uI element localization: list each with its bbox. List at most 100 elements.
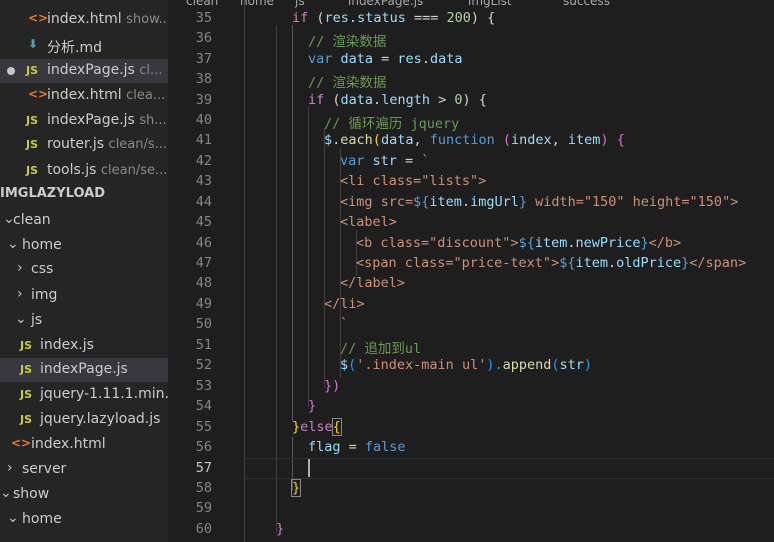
- tree-folder-img[interactable]: › img: [0, 284, 168, 308]
- breadcrumb-item[interactable]: clean: [186, 0, 218, 8]
- indent-guide: [308, 107, 309, 407]
- breadcrumb-item[interactable]: imgList: [468, 0, 512, 8]
- chevron-right-icon: ›: [17, 260, 23, 276]
- tree-file-index-js[interactable]: JS index.js: [0, 334, 168, 358]
- tree-label: jquery-1.11.1.min.js: [40, 386, 168, 402]
- tree-label: js: [31, 312, 43, 328]
- tree-folder-js[interactable]: ⌄ js: [0, 309, 168, 333]
- open-editor-router-js[interactable]: JS router.js clean/s...: [0, 133, 168, 157]
- breadcrumb-item[interactable]: success: [563, 0, 610, 8]
- line-number: 36: [195, 30, 212, 46]
- tree-file-indexpage-js[interactable]: JS indexPage.js: [0, 358, 168, 382]
- indent-guide: [276, 25, 277, 533]
- line-number: 52: [195, 357, 212, 373]
- code-line-39: if (data.length > 0) {: [308, 92, 487, 108]
- js-file-icon: JS: [26, 64, 39, 77]
- code-line-60: }: [276, 521, 285, 537]
- tree-label: clean: [13, 212, 51, 228]
- code-line-40: // 循环遍历 jquery: [324, 116, 460, 132]
- line-number: 43: [195, 173, 212, 189]
- breadcrumb: clean home js indexPage.js imgList succe…: [168, 0, 774, 10]
- code-line-52: $('.index-main ul').append(str): [340, 357, 593, 373]
- js-file-icon: JS: [20, 363, 33, 376]
- tree-label: index.html: [31, 436, 106, 452]
- line-number: 45: [195, 214, 212, 230]
- code-line-51: // 追加到ul: [340, 341, 422, 357]
- unsaved-dot-icon[interactable]: [7, 67, 15, 75]
- tree-folder-show-home[interactable]: ⌄ home: [0, 508, 168, 532]
- line-number: 58: [195, 480, 212, 496]
- tree-file-jquery-min-js[interactable]: JS jquery-1.11.1.min.js: [0, 383, 168, 407]
- code-line-44: <img src=${item.imgUrl} width="150" heig…: [340, 194, 739, 210]
- tree-label: jquery.lazyload.js: [40, 411, 161, 427]
- js-file-icon: JS: [20, 413, 33, 426]
- tree-folder-home[interactable]: ⌄ home: [0, 234, 168, 258]
- open-editor-path: clean/se...: [100, 163, 168, 178]
- explorer-sidebar: <> index.html show... ⬇ 分析.md JS indexPa…: [0, 0, 168, 542]
- open-editor-path: clea...: [126, 88, 166, 103]
- open-editor-label: tools.js: [47, 162, 97, 178]
- code-line-36: // 渲染数据: [308, 34, 387, 50]
- line-number: 48: [195, 275, 212, 291]
- open-editor-analysis-md[interactable]: ⬇ 分析.md: [0, 34, 168, 58]
- line-number: 51: [195, 337, 212, 353]
- tree-file-index-html[interactable]: <> index.html: [0, 433, 168, 457]
- line-number: 35: [195, 10, 212, 26]
- tree-file-jquery-lazyload-js[interactable]: JS jquery.lazyload.js: [0, 408, 168, 432]
- line-number: 59: [195, 500, 212, 516]
- open-editor-label: index.html: [47, 87, 122, 103]
- chevron-down-icon: ⌄: [15, 311, 27, 327]
- line-number: 41: [195, 132, 212, 148]
- line-number: 56: [195, 439, 212, 455]
- tree-label: home: [22, 237, 62, 253]
- tree-folder-clean[interactable]: ⌄ clean: [0, 209, 168, 233]
- open-editor-label: 分析.md: [47, 40, 102, 56]
- current-line-highlight: [244, 458, 774, 479]
- html-file-icon: <>: [11, 436, 32, 450]
- code-line-37: var data = res.data: [308, 51, 463, 67]
- js-file-icon: JS: [26, 114, 39, 127]
- line-number: 46: [195, 235, 212, 251]
- html-file-icon: <>: [28, 11, 49, 25]
- line-number: 44: [195, 194, 212, 210]
- chevron-down-icon: ⌄: [0, 485, 12, 501]
- js-file-icon: JS: [20, 339, 33, 352]
- js-file-icon: JS: [26, 164, 39, 177]
- open-editor-index-html-clean[interactable]: <> index.html clea...: [0, 84, 168, 108]
- line-number: 60: [195, 521, 212, 537]
- line-number: 39: [195, 92, 212, 108]
- code-line-53: }): [324, 378, 341, 394]
- tree-label: index.js: [40, 337, 94, 353]
- chevron-down-icon: ⌄: [7, 510, 19, 526]
- chevron-down-icon: ⌄: [7, 236, 19, 252]
- project-section-header[interactable]: IMGLAZYLOAD: [0, 186, 105, 201]
- tree-folder-server[interactable]: › server: [0, 458, 168, 482]
- code-line-47: <span class="price-text">${item.oldPrice…: [356, 255, 747, 271]
- code-line-58: }: [290, 479, 302, 497]
- open-editor-index-html-show[interactable]: <> index.html show...: [0, 8, 168, 32]
- open-editor-indexpage-js-clean[interactable]: JS indexPage.js cl...: [0, 59, 168, 83]
- line-number: 53: [195, 378, 212, 394]
- code-line-46: <b class="discount">${item.newPrice}</b>: [356, 235, 682, 251]
- breadcrumb-item[interactable]: home: [240, 0, 274, 8]
- code-editor[interactable]: clean home js indexPage.js imgList succe…: [168, 0, 774, 542]
- breadcrumb-item[interactable]: js: [295, 0, 305, 8]
- code-line-35: if (res.status === 200) {: [292, 10, 496, 26]
- html-file-icon: <>: [28, 87, 49, 101]
- breadcrumb-item[interactable]: indexPage.js: [348, 0, 423, 8]
- tree-folder-show[interactable]: ⌄ show: [0, 483, 168, 507]
- tree-label: css: [31, 261, 54, 277]
- open-editor-indexpage-js-show[interactable]: JS indexPage.js sh...: [0, 109, 168, 133]
- text-cursor: [308, 459, 310, 477]
- tree-folder-css[interactable]: › css: [0, 258, 168, 282]
- line-number: 42: [195, 153, 212, 169]
- code-line-50: `: [340, 316, 349, 332]
- markdown-file-icon: ⬇: [28, 37, 39, 51]
- open-editor-path: clean/s...: [108, 137, 168, 152]
- line-number: 37: [195, 51, 212, 67]
- open-editor-label: indexPage.js: [47, 112, 135, 128]
- indent-guide: [292, 25, 293, 422]
- open-editor-label: indexPage.js: [47, 62, 135, 78]
- open-editor-path: show...: [126, 12, 168, 27]
- open-editor-tools-js[interactable]: JS tools.js clean/se...: [0, 159, 168, 183]
